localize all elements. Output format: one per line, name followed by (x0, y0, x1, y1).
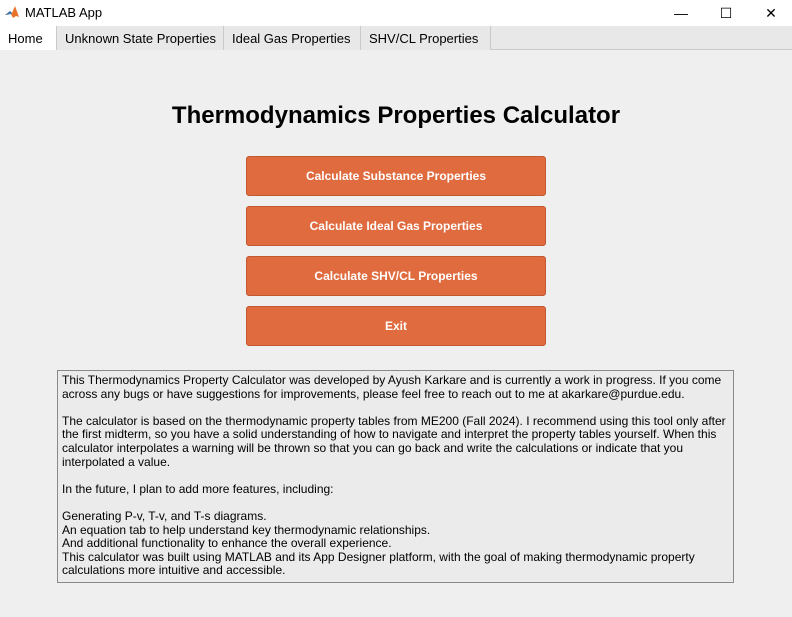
minimize-button[interactable]: — (658, 0, 704, 26)
maximize-icon: ☐ (719, 4, 733, 21)
exit-button[interactable]: Exit (246, 306, 546, 346)
info-line: And additional functionality to enhance … (62, 536, 392, 551)
close-icon: ✕ (765, 4, 777, 21)
page-title: Thermodynamics Properties Calculator (171, 102, 621, 129)
window-title: MATLAB App (25, 5, 103, 20)
tab-label: Unknown State Properties (65, 30, 217, 46)
info-text-area[interactable]: This Thermodynamics Property Calculator … (57, 370, 734, 583)
info-line: An equation tab to help understand key t… (62, 522, 431, 537)
tab-label: Home (8, 30, 43, 46)
tab-bar: Home Unknown State Properties Ideal Gas … (0, 26, 792, 51)
info-line: This calculator was built using MATLAB a… (62, 549, 695, 578)
info-line: Generating P-v, T-v, and T-s diagrams. (62, 508, 267, 523)
title-bar: MATLAB App — ☐ ✕ (0, 0, 792, 26)
minimize-icon: — (674, 5, 688, 21)
calculate-ideal-gas-properties-button[interactable]: Calculate Ideal Gas Properties (246, 206, 546, 246)
info-paragraph: The calculator is based on the thermodyn… (62, 413, 726, 469)
tab-label: SHV/CL Properties (369, 30, 479, 46)
close-button[interactable]: ✕ (748, 0, 792, 26)
calculate-substance-properties-button[interactable]: Calculate Substance Properties (246, 156, 546, 196)
info-paragraph: This Thermodynamics Property Calculator … (62, 373, 722, 401)
tab-unknown-state-properties[interactable]: Unknown State Properties (57, 26, 224, 50)
tab-ideal-gas-properties[interactable]: Ideal Gas Properties (224, 26, 361, 50)
maximize-button[interactable]: ☐ (703, 0, 749, 26)
info-paragraph: In the future, I plan to add more featur… (62, 481, 334, 496)
tab-shv-cl-properties[interactable]: SHV/CL Properties (361, 26, 491, 50)
matlab-logo-icon (4, 4, 20, 20)
tab-label: Ideal Gas Properties (232, 30, 351, 46)
calculate-shv-cl-properties-button[interactable]: Calculate SHV/CL Properties (246, 256, 546, 296)
tab-home[interactable]: Home (0, 26, 57, 51)
